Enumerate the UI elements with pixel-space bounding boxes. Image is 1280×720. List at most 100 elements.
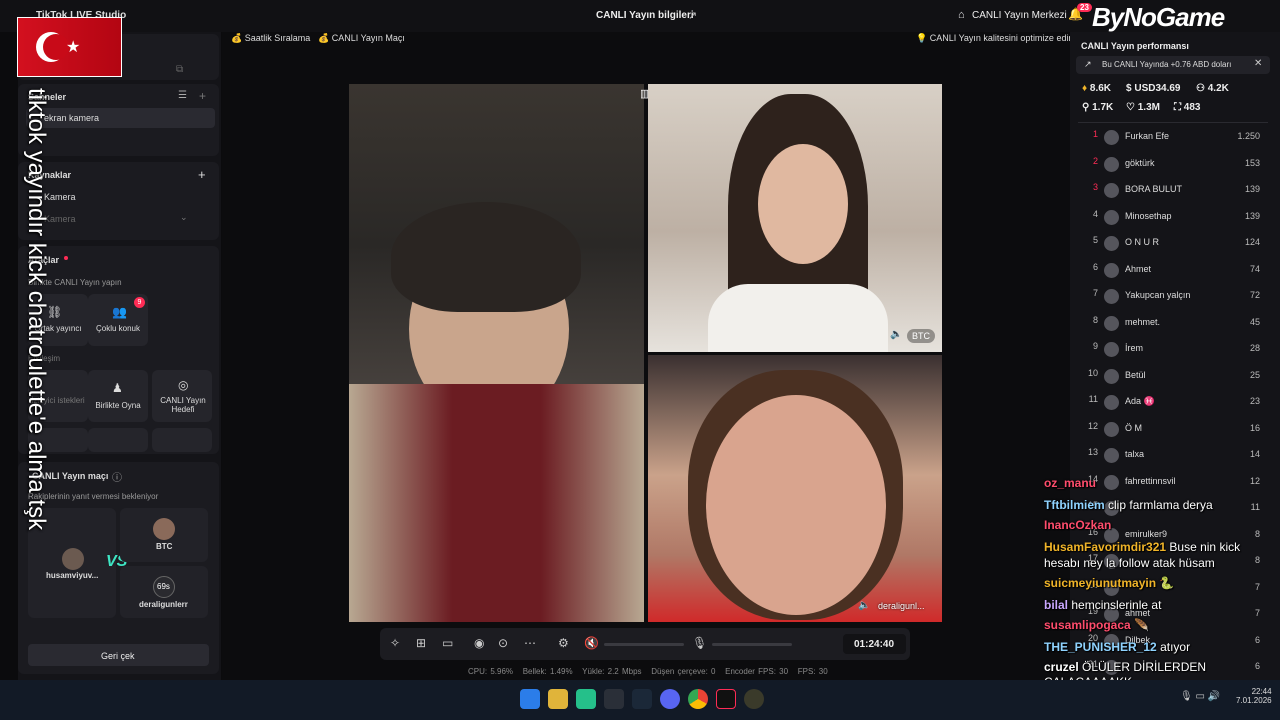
diamond-icon: ♦ <box>1082 83 1088 94</box>
home-icon: ⌂ <box>958 9 965 21</box>
live-center-link[interactable]: CANLI Yayın Merkezi <box>972 10 1067 21</box>
ranking-row[interactable]: 6 Ahmet 74 <box>1080 262 1266 280</box>
copy-icon[interactable]: ⧉ <box>176 64 183 75</box>
app-icon-yellow[interactable] <box>744 689 764 709</box>
stat-followers-row: ⚲ 1.7K <box>1082 102 1113 113</box>
tool-button-5[interactable] <box>88 428 148 452</box>
trend-icon: ↗ <box>1084 59 1092 69</box>
ranking-value: 8 <box>1254 528 1260 539</box>
stat-dropped: Düşen çerçeve: 0 <box>651 667 716 676</box>
ranking-value: 45 <box>1249 316 1260 327</box>
file-explorer-icon[interactable] <box>548 689 568 709</box>
chat-username[interactable]: InancOzkan <box>1044 518 1111 532</box>
scene-item-label: ekran kamera <box>44 113 100 123</box>
ranking-row[interactable]: 8 mehmet. 45 <box>1080 315 1266 333</box>
stream-icon[interactable]: ⊙ <box>498 636 508 650</box>
stat-fps: FPS: 30 <box>797 667 828 676</box>
ranking-value: 23 <box>1249 396 1260 406</box>
ranking-row[interactable]: 7 Yakupcan yalçın 72 <box>1080 288 1266 306</box>
ranking-row[interactable]: 12 Ö M 16 <box>1080 421 1266 439</box>
chat-message: susamlipogaca 🪶 <box>1044 618 1149 632</box>
chip-hourly-ranking[interactable]: 💰 Saatlik Sıralama <box>231 33 310 49</box>
avatar <box>1104 209 1119 225</box>
effects-icon[interactable]: ✧ <box>390 636 400 650</box>
chat-username[interactable]: oz_manu <box>1044 476 1096 490</box>
discord-icon[interactable] <box>660 689 680 709</box>
avatar <box>1104 262 1119 278</box>
ranking-row[interactable]: 5 O N U R 124 <box>1080 235 1266 253</box>
stat-gifters-row: ⛶ 483 <box>1174 102 1200 113</box>
ranking-value: 8 <box>1254 555 1260 565</box>
avatar <box>1104 395 1119 410</box>
chat-username[interactable]: bilal <box>1044 598 1068 612</box>
ranking-row[interactable]: 13 talxa 14 <box>1080 447 1266 465</box>
close-icon[interactable]: ✕ <box>1254 58 1262 69</box>
heart-icon: ♡ <box>1126 102 1135 113</box>
ranking-row[interactable]: 11 Ada ♓ 23 <box>1080 394 1266 412</box>
chevron-down-icon[interactable]: ⌄ <box>180 212 188 223</box>
chat-message: Tftbilmiem clip farmlama derya <box>1044 498 1213 512</box>
ranking-name: fahrettinnsvil <box>1125 475 1176 486</box>
ranking-row[interactable]: 4 Minosethap 139 <box>1080 209 1266 227</box>
system-tray-icons[interactable]: 🎙 ▭ 🔊 <box>1180 691 1220 702</box>
chrome-icon[interactable] <box>688 689 708 709</box>
divider <box>1078 122 1268 123</box>
ranking-row[interactable]: 1 Furkan Efe 1.250 <box>1080 129 1266 147</box>
ranking-row[interactable]: 9 İrem 28 <box>1080 341 1266 359</box>
app-icon-green[interactable] <box>576 689 596 709</box>
windows-start-icon[interactable] <box>520 689 540 709</box>
chat-username[interactable]: susamlipogaca <box>1044 618 1131 632</box>
clock[interactable]: 22:44 7.01.2026 <box>1236 687 1272 705</box>
mic-slider[interactable] <box>712 643 792 646</box>
chat-text: hemcinslerinle at <box>1071 598 1162 612</box>
microphone-icon[interactable]: 🎙 <box>692 636 707 650</box>
performance-stats: CPU: 5.96% Bellek: 1.49% Yükle: 2.2 Mbps… <box>468 667 828 676</box>
live-goal-label: CANLI Yayın Hedefi <box>160 396 206 414</box>
avatar <box>1104 236 1119 251</box>
chat-text: 🐍 <box>1159 576 1175 590</box>
volume-mute-icon[interactable]: 🔇 <box>584 636 599 650</box>
list-icon[interactable]: ☰ <box>178 90 187 101</box>
tool-button-6[interactable] <box>152 428 212 452</box>
chat-username[interactable]: suicmeyiunutmayin <box>1044 576 1156 590</box>
steam-icon[interactable] <box>632 689 652 709</box>
ranking-row[interactable]: 2 göktürk 153 <box>1080 156 1266 174</box>
add-source-icon[interactable]: + <box>198 167 206 182</box>
chat-username[interactable]: Tftbilmiem <box>1044 498 1105 512</box>
rank-number: 2 <box>1092 155 1098 166</box>
rank-number: 4 <box>1092 208 1098 219</box>
vertical-overlay: tiktok yayındır kick chatroulette'e alma… <box>20 88 50 708</box>
share-icon[interactable]: ↗ <box>688 9 697 22</box>
live-info-title[interactable]: CANLI Yayın bilgileri <box>596 10 694 21</box>
more-icon[interactable]: ⋯ <box>524 636 536 650</box>
rank-number: 9 <box>1092 341 1098 351</box>
chat-username[interactable]: cruzel <box>1044 660 1079 674</box>
settings-sliders-icon[interactable]: ⚙ <box>558 636 569 650</box>
chip-live-match[interactable]: 💰 CANLI Yayın Maçı <box>318 33 405 49</box>
volume-slider[interactable] <box>604 643 684 646</box>
chip-optimize[interactable]: 💡 CANLI Yayın kalitesini optimize edin <box>916 33 1073 49</box>
info-icon[interactable]: ⓘ <box>112 469 122 484</box>
multi-guest-badge: 9 <box>134 297 145 308</box>
add-scene-icon[interactable]: + <box>199 89 206 103</box>
ranking-value: 25 <box>1249 369 1260 380</box>
ranking-value: 28 <box>1249 343 1260 353</box>
ranking-row[interactable]: 14 fahrettinnsvil 12 <box>1080 474 1266 492</box>
chat-username[interactable]: THE_PUNISHER_12 <box>1044 640 1157 654</box>
tiktok-icon[interactable] <box>716 689 736 709</box>
screen-icon[interactable]: ▭ <box>442 636 453 650</box>
ranking-row[interactable]: 10 Betül 25 <box>1080 368 1266 386</box>
guest-tag-derali: deraligunl... <box>878 601 925 611</box>
add-layer-icon[interactable]: ⊞ <box>416 636 426 650</box>
record-icon[interactable]: ◉ <box>474 636 484 650</box>
turkey-flag-image: ★ <box>17 17 122 77</box>
speaker-icon[interactable]: 🔈 <box>858 600 870 611</box>
ranking-value: 153 <box>1244 157 1260 168</box>
ranking-row[interactable]: 3 BORA BULUT 139 <box>1080 182 1266 200</box>
ranking-name: mehmet. <box>1125 316 1161 327</box>
play-together-button[interactable] <box>88 370 148 422</box>
terminal-icon[interactable] <box>604 689 624 709</box>
mute-icon[interactable]: 🔈 <box>890 329 902 340</box>
chat-username[interactable]: HusamFavorimdir321 <box>1044 540 1166 554</box>
stat-viewers: 4.2K <box>1207 83 1229 94</box>
